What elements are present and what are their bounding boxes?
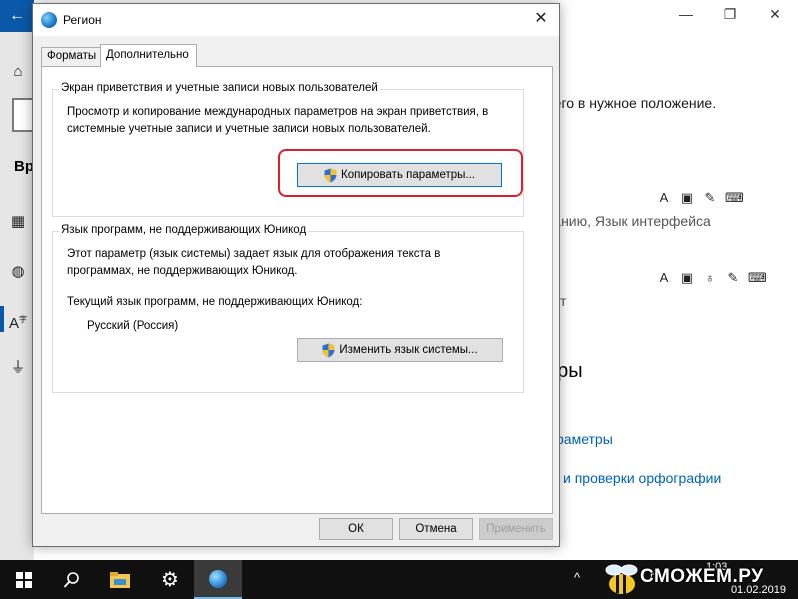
close-button[interactable]: ✕ — [531, 9, 551, 29]
uac-shield-icon — [322, 343, 335, 357]
advanced-tab-panel: Экран приветствия и учетные записи новых… — [41, 66, 553, 514]
dialog-titlebar[interactable]: Регион ✕ — [33, 4, 559, 36]
current-language-label: Текущий язык программ, не поддерживающих… — [67, 296, 363, 308]
feature-icons-row1: A ▣ ✎ ⌨ — [656, 190, 744, 206]
region-taskbar-button[interactable] — [194, 560, 242, 599]
welcome-group-legend: Экран приветствия и учетные записи новых… — [59, 82, 380, 94]
minimize-icon[interactable]: — — [676, 6, 696, 22]
ok-button[interactable]: ОК — [319, 518, 393, 540]
handwriting-feature-icon: ✎ — [704, 190, 716, 205]
current-language-value: Русский (Россия) — [87, 320, 179, 332]
welcome-group-description: Просмотр и копирование международных пар… — [67, 106, 489, 135]
settings-link-spelling[interactable]: и проверки орфографии — [563, 470, 721, 486]
display-feature-icon: ▣ — [680, 190, 694, 205]
globe-icon — [209, 569, 227, 588]
region-dialog: Регион ✕ Форматы Дополнительно Экран при… — [32, 3, 560, 547]
home-icon[interactable]: ⌂ — [8, 62, 28, 82]
nonunicode-group-legend: Язык программ, не поддерживающих Юникод — [59, 224, 309, 236]
tab-advanced[interactable]: Дополнительно — [100, 44, 197, 67]
tab-formats[interactable]: Форматы — [41, 47, 101, 66]
settings-link-params[interactable]: раметры — [556, 431, 613, 447]
start-button[interactable] — [0, 560, 48, 599]
settings-text-line2: чанию, Язык интерфейса — [546, 213, 711, 229]
tray-chevron-icon[interactable]: ^ — [574, 570, 580, 585]
microphone-icon[interactable]: ⏚ — [8, 358, 28, 378]
settings-nav: ← ⌂ ▦ ◍ A字 ⏚ — [0, 0, 34, 560]
folder-icon — [110, 571, 130, 588]
handwriting-feature-icon: ✎ — [727, 270, 739, 285]
keyboard-feature-icon: ⌨ — [725, 190, 744, 205]
windows-logo-icon — [16, 571, 32, 588]
dialog-title: Регион — [63, 13, 102, 27]
display-feature-icon: ▣ — [680, 270, 694, 285]
speech-feature-icon: ♁ — [705, 270, 715, 285]
gear-icon: ⚙ — [161, 569, 179, 591]
globe-icon — [41, 12, 57, 28]
settings-section-heading: Вр — [14, 158, 34, 175]
change-system-locale-label: Изменить язык системы... — [339, 344, 478, 356]
bee-logo-icon — [605, 564, 638, 594]
settings-text-line1: е его в нужное положение. — [542, 95, 717, 111]
text-feature-icon: A — [659, 270, 669, 285]
nonunicode-group-description: Этот параметр (язык системы) задает язык… — [67, 248, 441, 277]
file-explorer-button[interactable] — [96, 560, 144, 599]
copy-settings-highlight — [278, 149, 523, 197]
back-button[interactable]: ← — [0, 0, 34, 32]
globe-icon[interactable]: ◍ — [8, 262, 28, 282]
settings-taskbar-button[interactable]: ⚙ — [146, 560, 194, 599]
feature-icons-row2: A ▣ ♁ ✎ ⌨ — [656, 270, 767, 286]
close-icon[interactable]: ✕ — [765, 6, 785, 23]
cancel-button[interactable]: Отмена — [399, 518, 473, 540]
maximize-icon[interactable]: ❐ — [720, 6, 740, 23]
nav-selection-indicator — [0, 306, 4, 332]
keyboard-feature-icon: ⌨ — [748, 270, 767, 285]
text-feature-icon: A — [659, 190, 669, 205]
calendar-icon[interactable]: ▦ — [8, 212, 28, 232]
settings-text-line3: т — [560, 293, 567, 309]
search-button[interactable] — [48, 560, 96, 599]
search-icon — [63, 571, 79, 588]
change-system-locale-button[interactable]: Изменить язык системы... — [297, 338, 503, 362]
search-input[interactable] — [12, 98, 34, 132]
nonunicode-language-group: Язык программ, не поддерживающих Юникод … — [52, 224, 524, 393]
tray-clock-date[interactable]: 01.02.2019 — [731, 584, 786, 596]
watermark: Р 1:03 СМОЖЕМ.РУ 01.02.2019 — [600, 560, 798, 599]
apply-button[interactable]: Применить — [479, 518, 553, 540]
language-icon[interactable]: A字 — [8, 310, 28, 332]
